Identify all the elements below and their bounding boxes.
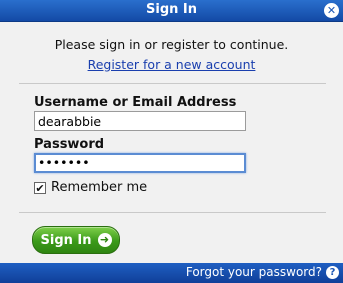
forgot-password-label: Forgot your password? bbox=[185, 265, 322, 279]
register-link-container: Register for a new account bbox=[0, 57, 343, 72]
username-input[interactable] bbox=[34, 111, 246, 131]
remember-me-label: Remember me bbox=[51, 180, 148, 195]
username-label: Username or Email Address bbox=[34, 95, 237, 110]
forgot-password-link[interactable]: Forgot your password? ? bbox=[186, 265, 339, 279]
register-link[interactable]: Register for a new account bbox=[88, 57, 256, 72]
check-icon: ✔ bbox=[35, 181, 45, 195]
remember-me-checkbox[interactable]: ✔ bbox=[34, 181, 46, 195]
remember-me: ✔ Remember me bbox=[34, 180, 147, 195]
close-icon: ✕ bbox=[326, 4, 337, 17]
divider bbox=[19, 83, 326, 84]
footer-bar: Forgot your password? ? bbox=[0, 263, 343, 283]
divider bbox=[19, 212, 326, 213]
password-label: Password bbox=[34, 137, 105, 152]
password-value: ••••••• bbox=[38, 155, 90, 170]
close-button[interactable]: ✕ bbox=[324, 3, 339, 18]
sign-in-button[interactable]: Sign In ➜ bbox=[32, 226, 120, 254]
title-bar: Sign In ✕ bbox=[0, 0, 343, 22]
dialog-title: Sign In bbox=[146, 2, 197, 17]
password-input[interactable]: ••••••• bbox=[34, 153, 246, 173]
sign-in-prompt: Please sign in or register to continue. bbox=[54, 37, 289, 52]
help-icon: ? bbox=[326, 265, 339, 279]
arrow-right-icon: ➜ bbox=[97, 233, 112, 247]
sign-in-dialog: Sign In ✕ Please sign in or register to … bbox=[0, 0, 343, 283]
sign-in-button-label: Sign In bbox=[40, 232, 92, 248]
